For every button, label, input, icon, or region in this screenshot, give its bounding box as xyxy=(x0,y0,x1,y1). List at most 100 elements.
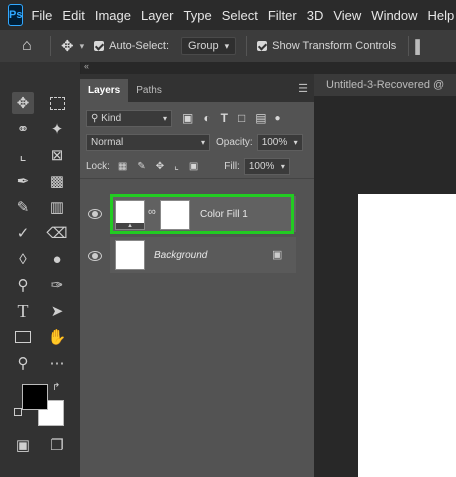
layers-panel: Layers Paths ☰ ⚲ Kind ▾ ▣ ◐ T □ ▤ ● Norm… xyxy=(80,74,314,477)
fill-label: Fill: xyxy=(224,160,240,172)
menu-select[interactable]: Select xyxy=(222,8,258,23)
foreground-color-swatch[interactable] xyxy=(22,384,48,410)
default-colors-icon[interactable] xyxy=(14,408,22,416)
auto-select-checkbox[interactable] xyxy=(94,41,105,51)
magic-wand-icon[interactable]: ✦ xyxy=(46,118,68,140)
search-icon: ⚲ xyxy=(91,112,99,124)
menu-window[interactable]: Window xyxy=(371,8,417,23)
hand-tool-icon[interactable]: ✋ xyxy=(46,326,68,348)
lock-all-icon[interactable]: ▣ xyxy=(189,161,198,172)
move-tool-icon[interactable]: ✥ xyxy=(12,92,34,114)
dodge-tool-icon[interactable]: ⚲ xyxy=(12,274,34,296)
shape-filter-icon[interactable]: □ xyxy=(238,111,245,125)
chevron-down-icon: ▾ xyxy=(224,40,230,51)
divider xyxy=(50,36,51,56)
divider xyxy=(246,36,248,56)
eraser-tool-icon[interactable]: ⌫ xyxy=(46,222,68,244)
history-brush-icon[interactable]: ✓ xyxy=(12,222,34,244)
blend-mode-value: Normal xyxy=(91,136,124,148)
panel-tabs: Layers Paths ☰ xyxy=(80,74,314,102)
rectangle-tool-icon[interactable] xyxy=(12,326,34,348)
opacity-label: Opacity: xyxy=(216,136,253,148)
visibility-eye-icon[interactable] xyxy=(88,209,102,219)
panel-menu-icon[interactable]: ☰ xyxy=(298,82,308,95)
options-bar: ⌂ ✥ ▾ Auto-Select: Group ▾ Show Transfor… xyxy=(0,30,456,63)
chevron-down-icon: ▾ xyxy=(280,161,285,171)
screen-mode-icon[interactable]: ❐ xyxy=(46,434,68,456)
lock-transparent-icon[interactable]: ▦ xyxy=(118,161,127,172)
blend-mode-dropdown[interactable]: Normal ▾ xyxy=(86,133,210,151)
zoom-tool-icon[interactable]: ⚲ xyxy=(12,352,34,374)
lock-label: Lock: xyxy=(86,160,110,172)
brush-tool-icon[interactable]: ✎ xyxy=(12,196,34,218)
clone-stamp-icon[interactable]: ▥ xyxy=(46,196,68,218)
layer-name[interactable]: Color Fill 1 xyxy=(200,209,248,220)
pen-tool-icon[interactable]: ✑ xyxy=(46,274,68,296)
menu-file[interactable]: File xyxy=(31,8,52,23)
filter-row: ⚲ Kind ▾ ▣ ◐ T □ ▤ ● xyxy=(80,106,314,130)
chevron-down-icon: ▾ xyxy=(293,137,298,147)
opacity-input[interactable]: 100% ▾ xyxy=(256,133,303,151)
auto-select-label: Auto-Select: xyxy=(109,40,170,52)
fill-indicator-icon: ▲ xyxy=(116,223,144,229)
fill-value: 100% xyxy=(248,160,275,172)
menu-bar: Ps File Edit Image Layer Type Select Fil… xyxy=(0,0,456,30)
menu-edit[interactable]: Edit xyxy=(62,8,84,23)
menu-view[interactable]: View xyxy=(333,8,361,23)
visibility-eye-icon[interactable] xyxy=(88,251,102,261)
type-tool-icon[interactable]: T xyxy=(12,300,34,322)
fill-input[interactable]: 100% ▾ xyxy=(243,157,290,175)
lock-row: Lock: ▦ ✎ ✥ ⌞ ▣ Fill: 100% ▾ xyxy=(80,154,314,179)
canvas[interactable] xyxy=(358,194,456,477)
collapse-icon[interactable]: « xyxy=(84,61,89,71)
tools-panel: ✥ ⚭ ✦ ⌞ ⊠ ✒ ▩ ✎ ▥ ✓ ⌫ ◊ ● ⚲ ✑ T ➤ ✋ ⚲ ⋯ … xyxy=(0,62,81,477)
chevron-down-icon: ▾ xyxy=(162,113,167,123)
show-transform-checkbox[interactable] xyxy=(257,41,268,51)
filter-toggle-icon[interactable]: ● xyxy=(275,113,281,124)
adjustment-filter-icon[interactable]: ◐ xyxy=(203,111,210,125)
pixel-filter-icon[interactable]: ▣ xyxy=(182,111,193,125)
lock-position-icon[interactable]: ✥ xyxy=(156,161,164,172)
auto-select-dropdown[interactable]: Group ▾ xyxy=(181,37,237,55)
swap-colors-icon[interactable]: ↱ xyxy=(52,382,60,393)
more-tools-icon[interactable]: ⋯ xyxy=(46,352,68,374)
menu-filter[interactable]: Filter xyxy=(268,8,297,23)
type-filter-icon[interactable]: T xyxy=(221,111,228,125)
crop-tool-icon[interactable]: ⌞ xyxy=(12,144,34,166)
layer-mask-thumbnail[interactable] xyxy=(160,200,190,230)
filter-kind-label: Kind xyxy=(101,112,122,124)
menu-type[interactable]: Type xyxy=(184,8,212,23)
frame-tool-icon[interactable]: ⊠ xyxy=(46,144,68,166)
layer-name[interactable]: Background xyxy=(154,250,207,261)
home-icon[interactable]: ⌂ xyxy=(22,37,42,55)
tab-paths[interactable]: Paths xyxy=(128,79,170,102)
path-selection-icon[interactable]: ➤ xyxy=(46,300,68,322)
menu-help[interactable]: Help xyxy=(428,8,455,23)
menu-image[interactable]: Image xyxy=(95,8,131,23)
move-tool-icon[interactable]: ✥ xyxy=(61,37,74,55)
lasso-tool-icon[interactable]: ⚭ xyxy=(12,118,34,140)
healing-brush-icon[interactable]: ▩ xyxy=(46,170,68,192)
filter-kind-dropdown[interactable]: ⚲ Kind ▾ xyxy=(86,109,172,127)
chevron-down-icon[interactable]: ▾ xyxy=(80,41,85,52)
link-chain-icon[interactable]: ∞ xyxy=(148,206,156,218)
lock-icon: ▣ xyxy=(272,249,283,261)
lock-artboard-icon[interactable]: ⌞ xyxy=(174,161,179,172)
menu-3d[interactable]: 3D xyxy=(307,8,324,23)
divider xyxy=(408,36,410,56)
eyedropper-icon[interactable]: ✒ xyxy=(12,170,34,192)
blur-tool-icon[interactable]: ● xyxy=(46,248,68,270)
paint-bucket-icon[interactable]: ◊ xyxy=(12,248,34,270)
menu-layer[interactable]: Layer xyxy=(141,8,174,23)
document-tab[interactable]: Untitled-3-Recovered @ xyxy=(314,74,456,96)
marquee-tool-icon[interactable] xyxy=(46,92,68,114)
opacity-value: 100% xyxy=(261,136,288,148)
quick-mask-icon[interactable]: ▣ xyxy=(12,434,34,456)
blend-row: Normal ▾ Opacity: 100% ▾ xyxy=(80,130,314,154)
smart-object-filter-icon[interactable]: ▤ xyxy=(255,111,266,125)
lock-pixels-icon[interactable]: ✎ xyxy=(137,161,145,172)
photoshop-logo[interactable]: Ps xyxy=(8,4,24,26)
tab-layers[interactable]: Layers xyxy=(80,79,129,102)
align-icon[interactable]: ▌ xyxy=(415,39,424,54)
show-transform-label: Show Transform Controls xyxy=(272,40,397,52)
